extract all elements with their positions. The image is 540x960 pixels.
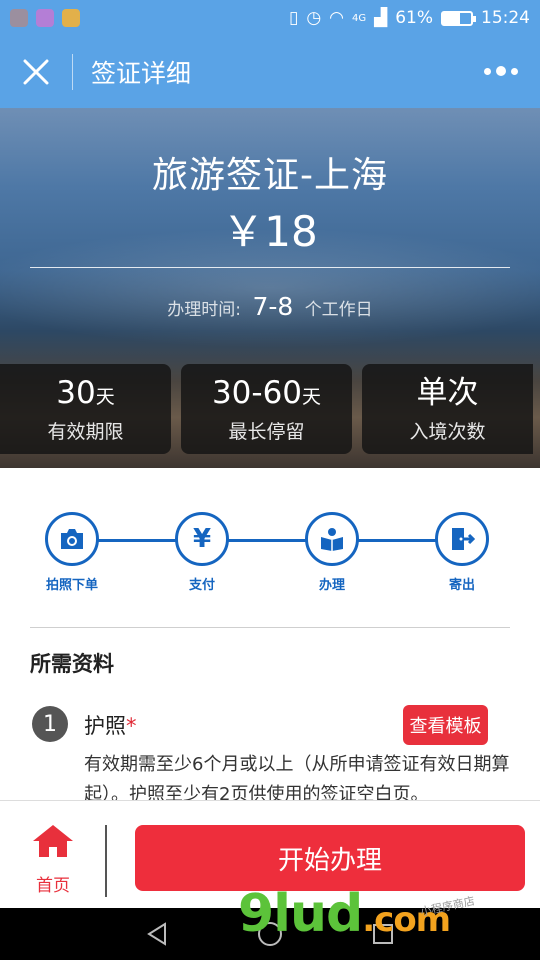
camera-icon <box>45 512 99 566</box>
yen-icon: ¥ <box>175 512 229 566</box>
processing-time-unit: 个工作日 <box>304 300 373 320</box>
required-mark: * <box>126 714 137 738</box>
wifi-icon: ◠ <box>329 8 344 28</box>
step-label: 拍照下单 <box>45 578 98 593</box>
processing-time-value: 7-8 <box>252 292 294 321</box>
visa-stats: 30天 有效期限 30-60天 最长停留 单次 入境次数 <box>0 364 540 454</box>
stat-entries-label: 入境次数 <box>409 420 486 443</box>
step-label: 支付 <box>188 578 215 593</box>
more-dot <box>496 66 506 77</box>
status-time: 15:24 <box>481 8 530 28</box>
back-icon[interactable] <box>143 920 171 948</box>
processing-time: 办理时间: 7-8 个工作日 <box>0 292 540 321</box>
processing-time-label: 办理时间: <box>167 300 242 320</box>
status-indicators: ▯ ◷ ◠ 4G ▟ 61% 15:24 <box>289 8 530 28</box>
stat-entries-value: 单次 <box>416 374 479 411</box>
step-payment: ¥ 支付 <box>172 512 232 593</box>
status-bar: ▯ ◷ ◠ 4G ▟ 61% 15:24 <box>0 0 540 36</box>
battery-level-fill <box>443 12 461 24</box>
bottom-divider <box>105 825 107 897</box>
steps-connector <box>70 539 470 542</box>
stat-validity: 30天 有效期限 <box>0 364 171 454</box>
exit-door-icon <box>435 512 489 566</box>
visa-hero: 旅游签证-上海 ￥18 办理时间: 7-8 个工作日 30天 有效期限 30-6… <box>0 108 540 468</box>
step-photo-order: 拍照下单 <box>42 512 102 593</box>
alarm-icon: ◷ <box>306 8 322 28</box>
home-button[interactable]: 首页 <box>24 823 82 896</box>
materials-title: 所需资料 <box>30 652 114 676</box>
section-divider <box>30 627 510 628</box>
watermark-brand: 9lud <box>238 884 363 944</box>
nav-bar: 签证详细 <box>0 36 540 108</box>
stat-entries: 单次 入境次数 <box>362 364 533 454</box>
close-icon[interactable] <box>0 36 72 108</box>
notification-wallet-icon <box>62 9 80 27</box>
view-template-button[interactable]: 查看模板 <box>403 705 488 745</box>
material-title: 护照* <box>84 710 137 740</box>
stat-max-stay-label: 最长停留 <box>228 420 305 443</box>
battery-icon <box>441 10 476 26</box>
material-number: 1 <box>32 706 68 742</box>
notification-app-icon <box>10 9 28 27</box>
nav-divider <box>72 54 73 90</box>
watermark-logo: 9lud.com <box>238 884 451 944</box>
home-icon <box>33 825 73 857</box>
more-dot <box>511 67 518 75</box>
process-steps: 拍照下单 ¥ 支付 办理 寄出 <box>40 512 500 593</box>
stat-max-stay: 30-60天 最长停留 <box>181 364 352 454</box>
network-type: 4G <box>352 12 367 24</box>
vibrate-icon: ▯ <box>288 8 299 28</box>
battery-percent: 61% <box>395 8 433 28</box>
page-title: 签证详细 <box>91 59 192 88</box>
home-label: 首页 <box>36 876 70 896</box>
start-process-button[interactable]: 开始办理 <box>135 825 525 891</box>
step-label: 寄出 <box>448 578 475 593</box>
cell-signal-icon: ▟ <box>374 8 388 28</box>
notification-gallery-icon <box>36 9 54 27</box>
visa-price: ￥18 <box>222 207 318 256</box>
book-icon <box>305 512 359 566</box>
notification-icons <box>10 9 80 27</box>
step-label: 办理 <box>318 578 345 593</box>
more-icon[interactable] <box>484 66 518 77</box>
material-name: 护照 <box>84 714 126 738</box>
step-ship: 寄出 <box>432 512 492 593</box>
visa-title: 旅游签证-上海 <box>152 155 388 196</box>
hero-divider <box>30 267 510 268</box>
stat-validity-label: 有效期限 <box>47 420 124 443</box>
more-dot <box>484 67 491 75</box>
stat-validity-value: 30 <box>56 374 96 411</box>
stat-validity-unit: 天 <box>95 385 115 408</box>
step-processing: 办理 <box>302 512 362 593</box>
stat-max-stay-value: 30-60 <box>211 374 303 411</box>
stat-max-stay-unit: 天 <box>302 385 322 408</box>
